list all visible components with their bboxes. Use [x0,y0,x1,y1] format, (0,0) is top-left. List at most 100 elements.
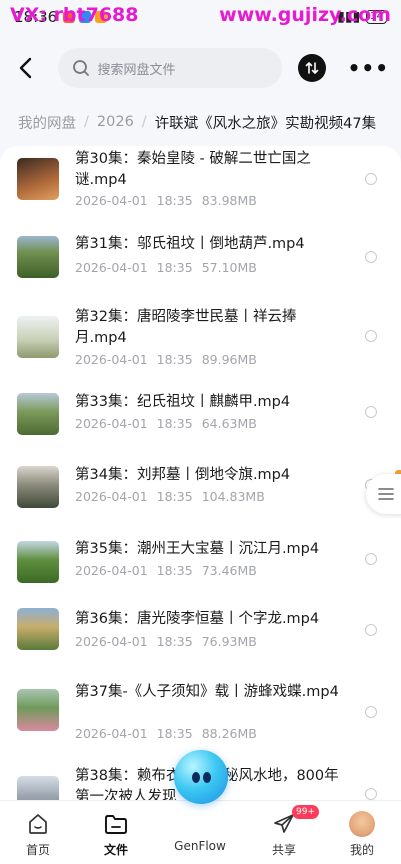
list-item[interactable]: 第33集：纪氏祖坟丨麒麟甲.mp4 2026-04-01 18:35 64.63MB [0,384,401,458]
file-list: 第30集：秦始皇陵 - 破解二世亡国之谜.mp4 2026-04-01 18:35… [0,146,401,800]
breadcrumb-current: 许联斌《风水之旅》实勘视频47集 [154,115,377,132]
file-meta: 2026-04-01 18:35 88.26MB [75,726,266,741]
nav-label-genflow: GenFlow [174,839,226,853]
file-date: 2026-04-01 [75,726,148,741]
file-time: 18:35 [156,634,193,649]
home-icon [29,814,47,834]
battery-icon: 34 [366,10,387,24]
file-size: 76.93MB [201,634,257,649]
file-date: 2026-04-01 [75,416,148,431]
more-options-button[interactable]: ••• [348,56,389,80]
file-time: 18:35 [156,352,193,367]
file-meta: 2026-04-01 18:35 89.96MB [75,352,266,367]
sort-button[interactable] [298,54,326,82]
video-thumbnail [17,236,59,278]
select-radio[interactable] [365,624,377,636]
side-menu-button[interactable] [366,474,401,514]
header: 搜索网盘文件 ••• [0,40,401,96]
genflow-orb-icon[interactable] [174,750,228,804]
avatar [349,811,375,837]
file-name: 第34集：刘邦墓丨倒地令旗.mp4 [75,467,291,483]
back-button[interactable] [12,50,38,86]
list-item[interactable]: 第31集：邬氏祖坟丨倒地葫芦.mp4 2026-04-01 18:35 57.10M… [0,220,401,294]
file-name: 第35集：潮州王大宝墓丨沉江月.mp4 [75,541,320,557]
more-dots-icon: ••• [347,56,389,80]
signal-icon: ▮▮▮ [337,9,361,25]
file-size: 89.96MB [201,352,257,367]
file-name: 第31集：邬氏祖坟丨倒地葫芦.mp4 [75,236,305,252]
list-item[interactable]: 第32集：唐昭陵李世民墓丨祥云捧月.mp4 2026-04-01 18:35 89.… [0,294,401,384]
file-size: 57.10MB [201,260,257,275]
nav-files[interactable]: 文件 [86,811,146,858]
file-size: 83.98MB [201,193,257,208]
file-time: 18:35 [156,726,193,741]
app-notification-icon [63,11,76,23]
nav-genflow[interactable]: GenFlow [170,839,230,853]
select-radio[interactable] [365,706,377,718]
breadcrumb-separator: / [84,114,89,130]
status-time: 18:36 [14,8,58,26]
orb-eye [192,772,200,783]
bottom-nav: 首页 文件 GenFlow 共享 我的 [0,800,401,864]
app-notification-icon [95,11,108,23]
select-radio[interactable] [365,406,377,418]
breadcrumb-item-root[interactable]: 我的网盘 [18,112,76,133]
status-indicators: ▮▮▮ 34 [337,9,387,25]
video-thumbnail [17,541,59,583]
chevron-left-icon [19,57,31,79]
status-bar: 18:36 ▮▮▮ 34 [0,0,401,34]
select-radio[interactable] [365,553,377,565]
file-meta: 2026-04-01 18:35 83.98MB [75,193,266,208]
nav-label-profile: 我的 [349,843,374,857]
file-size: 88.26MB [201,726,257,741]
status-app-icons [63,11,108,23]
sort-arrows-icon [305,62,319,74]
file-date: 2026-04-01 [75,563,148,578]
breadcrumb-separator: / [141,114,147,130]
file-date: 2026-04-01 [75,634,148,649]
video-thumbnail [17,608,59,650]
list-item[interactable]: 第36集：唐光陵李恒墓丨个字龙.mp4 2026-04-01 18:35 76.93… [0,606,401,680]
nav-home[interactable]: 首页 [8,811,68,858]
nav-label-files: 文件 [103,843,128,857]
file-size: 73.46MB [201,563,257,578]
search-placeholder: 搜索网盘文件 [97,62,176,78]
breadcrumb-item-year[interactable]: 2026 [97,114,134,130]
file-name: 第30集：秦始皇陵 - 破解二世亡国之谜.mp4 [75,151,311,188]
video-thumbnail [17,316,59,358]
select-radio[interactable] [365,251,377,263]
file-meta: 2026-04-01 18:35 76.93MB [75,634,266,649]
video-thumbnail [17,466,59,508]
file-name: 第33集：纪氏祖坟丨麒麟甲.mp4 [75,394,291,410]
video-thumbnail [17,689,59,731]
app-notification-icon [79,11,92,23]
file-name: 第37集-《人子须知》载丨游蜂戏蝶.mp4 [75,684,339,700]
search-icon [72,60,89,76]
file-time: 18:35 [156,260,193,275]
nav-label-share: 共享 [271,843,296,857]
file-date: 2026-04-01 [75,260,148,275]
nav-profile[interactable]: 我的 [332,811,392,858]
video-thumbnail [17,393,59,435]
select-radio[interactable] [365,788,377,800]
file-name: 第36集：唐光陵李恒墓丨个字龙.mp4 [75,611,320,627]
video-thumbnail [17,158,59,200]
share-count-badge: 99+ [292,805,319,819]
select-radio[interactable] [365,173,377,185]
file-meta: 2026-04-01 18:35 104.83MB [75,489,274,504]
file-meta: 2026-04-01 18:35 64.63MB [75,416,266,431]
folder-icon [105,815,127,834]
file-date: 2026-04-01 [75,489,148,504]
file-time: 18:35 [156,489,193,504]
select-radio[interactable] [365,330,377,342]
menu-lines-icon [378,488,394,500]
file-time: 18:35 [156,563,193,578]
file-meta: 2026-04-01 18:35 57.10MB [75,260,266,275]
list-item[interactable]: 第35集：潮州王大宝墓丨沉江月.mp4 2026-04-01 18:35 73.46… [0,532,401,606]
file-size: 104.83MB [201,489,265,504]
list-item[interactable]: 第34集：刘邦墓丨倒地令旗.mp4 2026-04-01 18:35 104.83M… [0,458,401,532]
list-item[interactable]: 第30集：秦始皇陵 - 破解二世亡国之谜.mp4 2026-04-01 18:35… [0,146,401,220]
file-name: 第32集：唐昭陵李世民墓丨祥云捧月.mp4 [75,309,297,346]
file-time: 18:35 [156,416,193,431]
search-input[interactable]: 搜索网盘文件 [57,48,283,88]
